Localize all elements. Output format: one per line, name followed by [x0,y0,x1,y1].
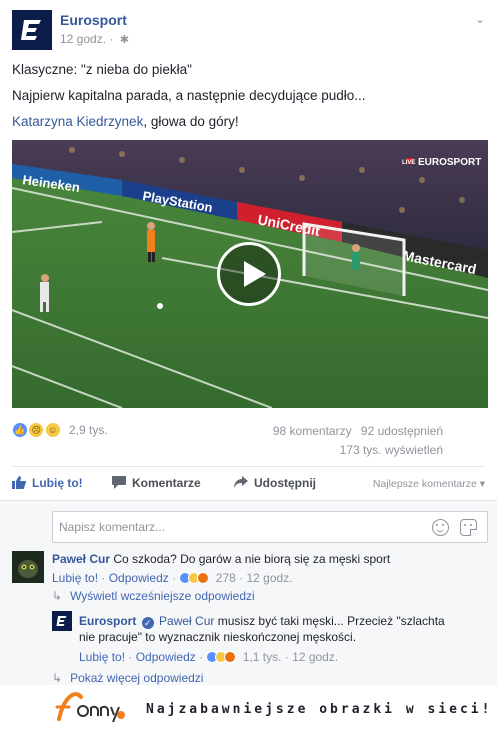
chevron-down-icon[interactable]: ⌄ [475,12,485,26]
shares-count[interactable]: 92 udostępnień [361,424,443,438]
post-header: Eurosport 12 godz. · ✱ ⌄ [12,10,485,50]
comment-text: nie pracuje" to wyznacznik nieskończonej… [79,630,357,644]
gear-icon: ✱ [119,34,129,46]
comment-like-link[interactable]: Lubię to! [52,571,98,585]
eurosport-logo-icon [12,10,52,50]
comment-reply-link[interactable]: Odpowiedz [136,650,196,664]
views-count: 173 tys. wyświetleń [339,443,443,457]
like-reaction-icon: 👍 [12,422,28,438]
post-time[interactable]: 12 godz. [60,32,106,46]
comment-text: Co szkoda? Do garów a nie biorą się za m… [113,552,391,566]
comment-meta: Lubię to! · Odpowiedz · 1,1 tys. · 12 go… [79,650,339,664]
eurosport-logo-icon [52,611,72,631]
comment-author[interactable]: Paweł Cur [52,552,110,566]
video-player[interactable]: Heineken PlayStation UniCredit Mastercar… [12,140,488,408]
post-text-mention-line: Katarzyna Kiedrzynek, głowa do góry! [12,114,239,129]
comment-text: musisz być taki męski... Przecież "szlac… [217,614,445,628]
emoji-icon[interactable] [432,519,449,536]
live-badge: LIVE [402,160,415,166]
reactions-count: 2,9 tys. [69,423,108,437]
footer-tagline: Najzabawniejsze obrazki w sieci! [146,702,493,717]
divider [12,466,485,467]
comment: Paweł Cur Co szkoda? Do garów a nie bior… [52,552,482,585]
sticker-icon[interactable] [460,519,477,536]
avatar[interactable] [12,551,44,583]
reply-comment: Eurosport ✓ Paweł Cur musisz być taki mę… [79,613,484,665]
like-button[interactable]: Lubię to! [12,476,83,490]
reactions-summary[interactable]: 👍 ☹ ☺ 2,9 tys. [12,422,108,440]
comment-button[interactable]: Komentarze [112,476,201,490]
broadcast-logo: EUROSPORT [418,157,481,168]
reply-arrow-icon: ↳ [52,589,63,603]
thumbs-up-icon [12,476,26,489]
post-meta: 12 godz. · ✱ [60,32,129,46]
sort-comments-dropdown[interactable]: Najlepsze komentarze ▾ [373,478,485,490]
caret-down-icon: ▾ [479,478,485,490]
funny-site-logo [55,692,125,723]
comment-like-link[interactable]: Lubię to! [79,650,125,664]
comment-box[interactable] [52,511,488,543]
comment-mention[interactable]: Paweł Cur [159,614,214,628]
commenter-avatar-image [12,551,44,583]
engagement-stats: 👍 ☹ ☺ 2,9 tys. 98 komentarzy 92 udostępn… [12,420,485,460]
page-name[interactable]: Eurosport [60,12,127,28]
comments-count[interactable]: 98 komentarzy [273,424,352,438]
comment-author[interactable]: Eurosport [79,614,136,628]
show-earlier-replies-link[interactable]: ↳ Wyświetl wcześniejsze odpowiedzi [52,589,255,603]
comment-time[interactable]: 12 godz. [246,571,292,585]
reply-arrow-icon: ↳ [52,671,63,685]
comment-input[interactable] [53,512,413,542]
haha-reaction-icon: ☺ [44,422,61,438]
angry-reaction-icon [224,651,237,663]
angry-reaction-icon [197,572,210,584]
post-text-line: Najpierw kapitalna parada, a następnie d… [12,88,366,103]
sad-reaction-icon: ☹ [28,422,45,438]
comment-share-counts: 98 komentarzy 92 udostępnień [267,424,443,438]
mention-suffix: , głowa do góry! [143,114,239,129]
share-arrow-icon [234,476,248,488]
page-avatar[interactable] [12,10,52,50]
comment-meta: Lubię to! · Odpowiedz · 278 · 12 godz. [52,571,293,585]
comment-reply-link[interactable]: Odpowiedz [109,571,169,585]
post-text-line: Klasyczne: "z nieba do piekła" [12,62,192,77]
play-button[interactable] [217,242,281,306]
comment-reaction-count[interactable]: 1,1 tys. [243,650,282,664]
comment-icon [112,476,126,489]
share-button[interactable]: Udostępnij [234,476,316,490]
watermark-footer: Najzabawniejsze obrazki w sieci! [0,685,497,730]
comments-section: Paweł Cur Co szkoda? Do garów a nie bior… [0,500,497,685]
comment-time[interactable]: 12 godz. [292,650,338,664]
mention-link[interactable]: Katarzyna Kiedrzynek [12,114,143,129]
verified-badge-icon: ✓ [141,617,154,629]
show-more-replies-link[interactable]: ↳ Pokaż więcej odpowiedzi [52,671,203,685]
comment-reaction-count[interactable]: 278 [216,571,236,585]
post-actions: Lubię to! Komentarze Udostępnij Najlepsz… [12,470,485,498]
avatar[interactable] [52,611,72,631]
